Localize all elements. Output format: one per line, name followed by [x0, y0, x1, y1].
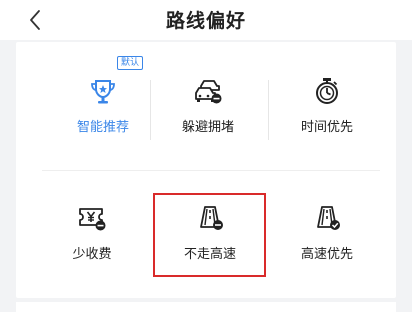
divider	[150, 80, 151, 140]
option-label: 高速优先	[300, 247, 353, 262]
divider	[268, 80, 269, 140]
option-label: 智能推荐	[76, 120, 129, 135]
option-smart-recommend[interactable]: 智能推荐	[48, 76, 158, 166]
next-panel-edge	[16, 302, 396, 312]
option-label: 时间优先	[300, 120, 353, 135]
nav-header: 路线偏好	[0, 0, 412, 40]
yen-ticket-minus-icon	[79, 208, 106, 231]
option-label: 少收费	[72, 247, 112, 262]
default-badge: 默认	[117, 56, 143, 70]
option-avoid-congestion[interactable]: 躲避拥堵	[153, 76, 263, 166]
trophy-star-icon	[91, 80, 115, 104]
option-label: 躲避拥堵	[181, 120, 234, 135]
option-highway-priority[interactable]: 高速优先	[272, 203, 382, 293]
row-divider	[42, 170, 380, 171]
stopwatch-icon	[316, 78, 338, 104]
option-less-toll[interactable]: 少收费	[37, 203, 147, 293]
page-title: 路线偏好	[165, 10, 246, 32]
car-jam-minus-icon	[195, 80, 222, 104]
highway-check-icon	[317, 206, 340, 230]
selection-highlight-box	[153, 193, 266, 277]
option-time-priority[interactable]: 时间优先	[272, 76, 382, 166]
